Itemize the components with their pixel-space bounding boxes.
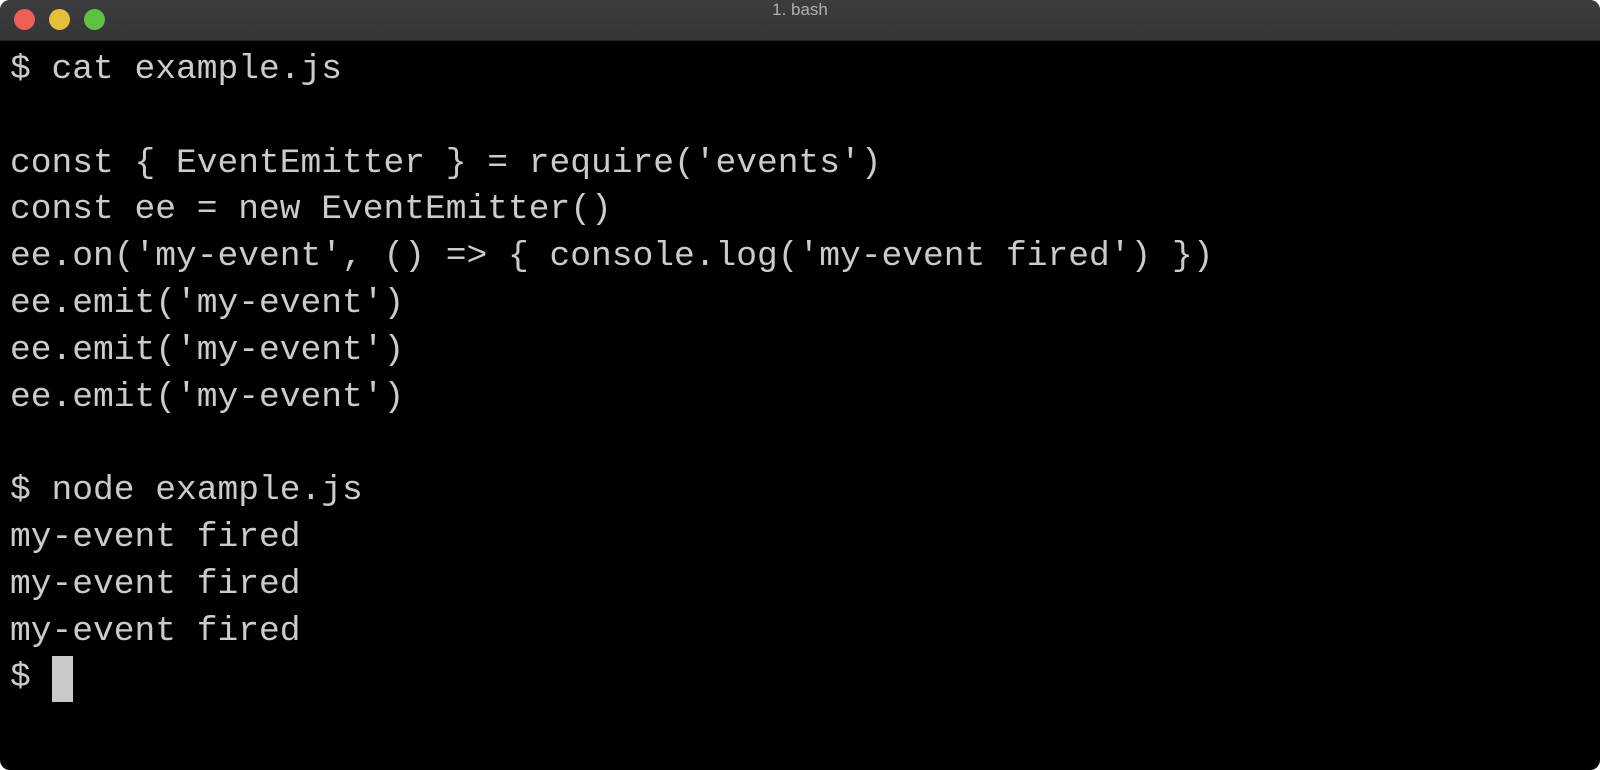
terminal-line: $ cat example.js xyxy=(10,50,343,89)
terminal-window: 1. bash $ cat example.js const { EventEm… xyxy=(0,0,1600,770)
terminal-line: ee.emit('my-event') xyxy=(10,330,405,370)
cursor xyxy=(51,656,73,703)
title-bar: 1. bash xyxy=(0,0,1600,41)
terminal-line: const { EventEmitter } = require('events… xyxy=(10,143,882,183)
terminal-line: const ee = new EventEmitter() xyxy=(10,190,612,230)
terminal-line: my-event fired xyxy=(10,611,301,651)
terminal-output[interactable]: $ cat example.js const { EventEmitter } … xyxy=(0,41,1600,703)
prompt: $ xyxy=(10,658,52,698)
terminal-line: my-event fired xyxy=(10,564,301,604)
prompt-line[interactable]: $ xyxy=(10,655,1600,703)
terminal-line: $ node example.js xyxy=(10,471,363,511)
terminal-line: my-event fired xyxy=(10,517,301,557)
terminal-line: ee.on('my-event', () => { console.log('m… xyxy=(10,237,1214,277)
window-title: 1. bash xyxy=(772,0,828,19)
terminal-line: ee.emit('my-event') xyxy=(10,377,405,417)
terminal-line: ee.emit('my-event') xyxy=(10,283,405,323)
